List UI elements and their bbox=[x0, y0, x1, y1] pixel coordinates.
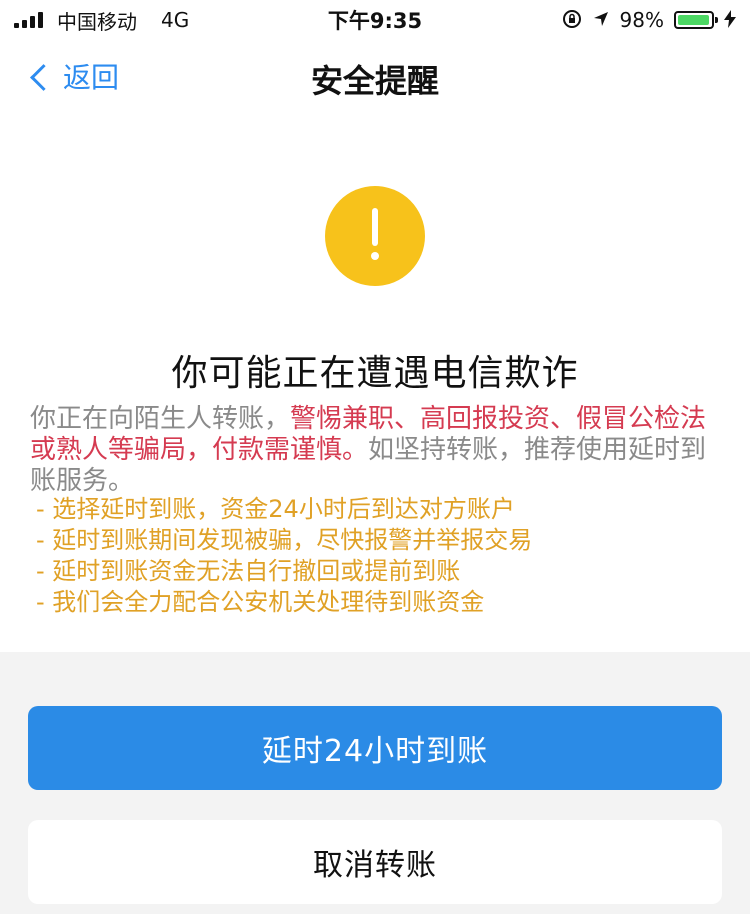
signal-strength-icon bbox=[14, 12, 43, 28]
status-right: 98% bbox=[562, 8, 736, 32]
battery-icon bbox=[674, 11, 718, 29]
battery-percent: 98% bbox=[619, 8, 664, 32]
carrier-name: 中国移动 bbox=[57, 9, 137, 34]
page-title: 安全提醒 bbox=[310, 62, 439, 100]
orientation-lock-icon bbox=[562, 9, 582, 32]
battery-fill bbox=[678, 15, 710, 25]
exclamation-circle-icon bbox=[325, 186, 425, 286]
navigation-bar: 返回 安全提醒 bbox=[0, 40, 750, 110]
cancel-transfer-button[interactable]: 取消转账 bbox=[28, 820, 722, 904]
exclamation-dot bbox=[371, 252, 379, 260]
status-bar: 中国移动 4G 下午9:35 98% bbox=[0, 0, 750, 40]
location-arrow-icon bbox=[592, 10, 610, 31]
charging-bolt-icon bbox=[724, 9, 736, 31]
tip-item: - 延时到账资金无法自行撤回或提前到账 bbox=[36, 557, 461, 585]
warning-description: 你正在向陌生人转账，警惕兼职、高回报投资、假冒公检法或熟人等骗局，付款需谨慎。如… bbox=[30, 404, 720, 497]
tip-item: - 选择延时到账，资金24小时后到达对方账户 bbox=[36, 495, 515, 523]
tip-item: - 延时到账期间发现被骗，尽快报警并举报交易 bbox=[36, 526, 533, 554]
network-type: 4G bbox=[161, 8, 190, 32]
tip-item: - 我们会全力配合公安机关处理待到账资金 bbox=[36, 588, 485, 616]
delay-transfer-tips: - 选择延时到账，资金24小时后到达对方账户 - 延时到账期间发现被骗，尽快报警… bbox=[36, 494, 726, 618]
fraud-warning-headline: 你可能正在遭遇电信欺诈 bbox=[171, 353, 579, 394]
exclamation-bar bbox=[372, 208, 378, 246]
status-left: 中国移动 4G bbox=[14, 6, 189, 35]
description-intro: 你正在向陌生人转账， bbox=[30, 404, 291, 434]
delay-24h-transfer-button[interactable]: 延时24小时到账 bbox=[28, 706, 722, 790]
